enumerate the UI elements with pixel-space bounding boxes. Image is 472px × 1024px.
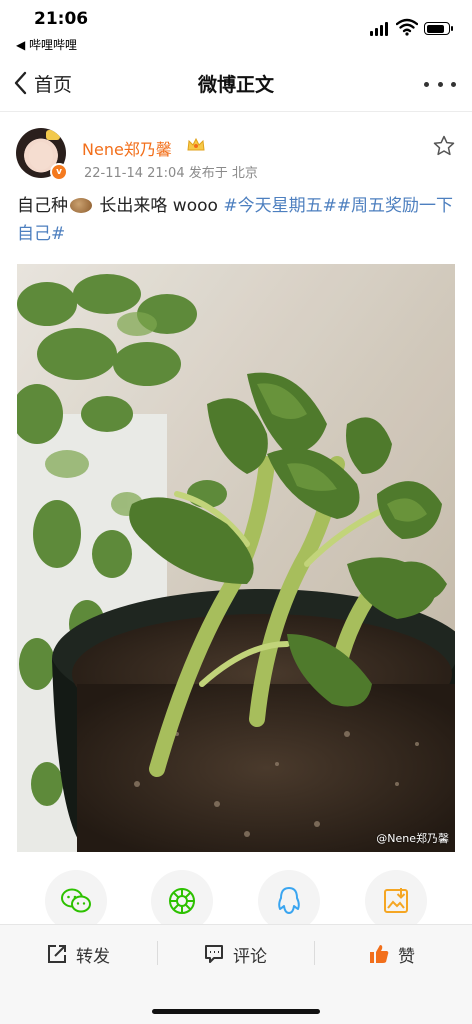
status-time: 21:06	[34, 9, 89, 29]
share-wechat-button[interactable]	[45, 870, 107, 932]
repost-icon	[48, 945, 66, 963]
repost-button[interactable]: 转发	[46, 941, 110, 967]
share-row	[0, 870, 472, 932]
save-image-button[interactable]	[365, 870, 427, 932]
comment-button[interactable]: 评论	[203, 941, 267, 967]
status-bar: 21:06 ◀ 哔哩哔哩	[0, 0, 472, 56]
share-moments-button[interactable]	[151, 870, 213, 932]
bottom-action-bar: 转发 评论 赞	[0, 924, 472, 1024]
moments-icon	[169, 888, 195, 914]
comment-label: 评论	[233, 946, 267, 967]
more-dots-icon[interactable]	[424, 72, 456, 96]
page-title: 微博正文	[197, 74, 274, 96]
home-indicator[interactable]	[152, 1009, 320, 1014]
post-text: 自己种 长出来咯 wooo #今天星期五##周五奖励一下自己#	[17, 192, 457, 248]
like-button[interactable]: 赞	[368, 941, 415, 967]
share-qq-button[interactable]	[258, 870, 320, 932]
battery-icon	[424, 22, 453, 35]
potato-emoji-icon	[70, 198, 92, 213]
favorite-star-icon[interactable]	[432, 134, 456, 158]
qq-icon	[278, 887, 300, 914]
post-text-start: 自己种	[17, 196, 68, 216]
nav-bar: 首页 微博正文	[0, 56, 472, 112]
action-divider	[157, 941, 158, 965]
comment-icon	[205, 945, 223, 963]
post-image[interactable]: @Nene郑乃馨	[17, 264, 455, 852]
plant-photo	[17, 264, 455, 852]
post-header: v Nene郑乃馨 22-11-14 21:04 发布于 北京	[0, 112, 472, 186]
username[interactable]: Nene郑乃馨	[82, 136, 172, 160]
post-meta: 22-11-14 21:04 发布于 北京	[84, 166, 258, 181]
like-label: 赞	[398, 946, 415, 967]
thumbs-up-icon	[370, 945, 389, 963]
battery-level	[426, 24, 444, 33]
crown-badge-icon	[187, 137, 205, 151]
wechat-icon	[61, 888, 91, 913]
back-to-app-link[interactable]: ◀ 哔哩哔哩	[16, 36, 77, 53]
save-image-icon	[384, 888, 408, 913]
verified-badge: v	[50, 163, 68, 181]
repost-label: 转发	[76, 946, 110, 967]
action-divider	[314, 941, 315, 965]
image-watermark: @Nene郑乃馨	[376, 832, 449, 845]
signal-icon	[370, 22, 390, 36]
wifi-icon	[396, 18, 418, 36]
post-text-middle: 长出来咯 wooo	[94, 196, 224, 216]
